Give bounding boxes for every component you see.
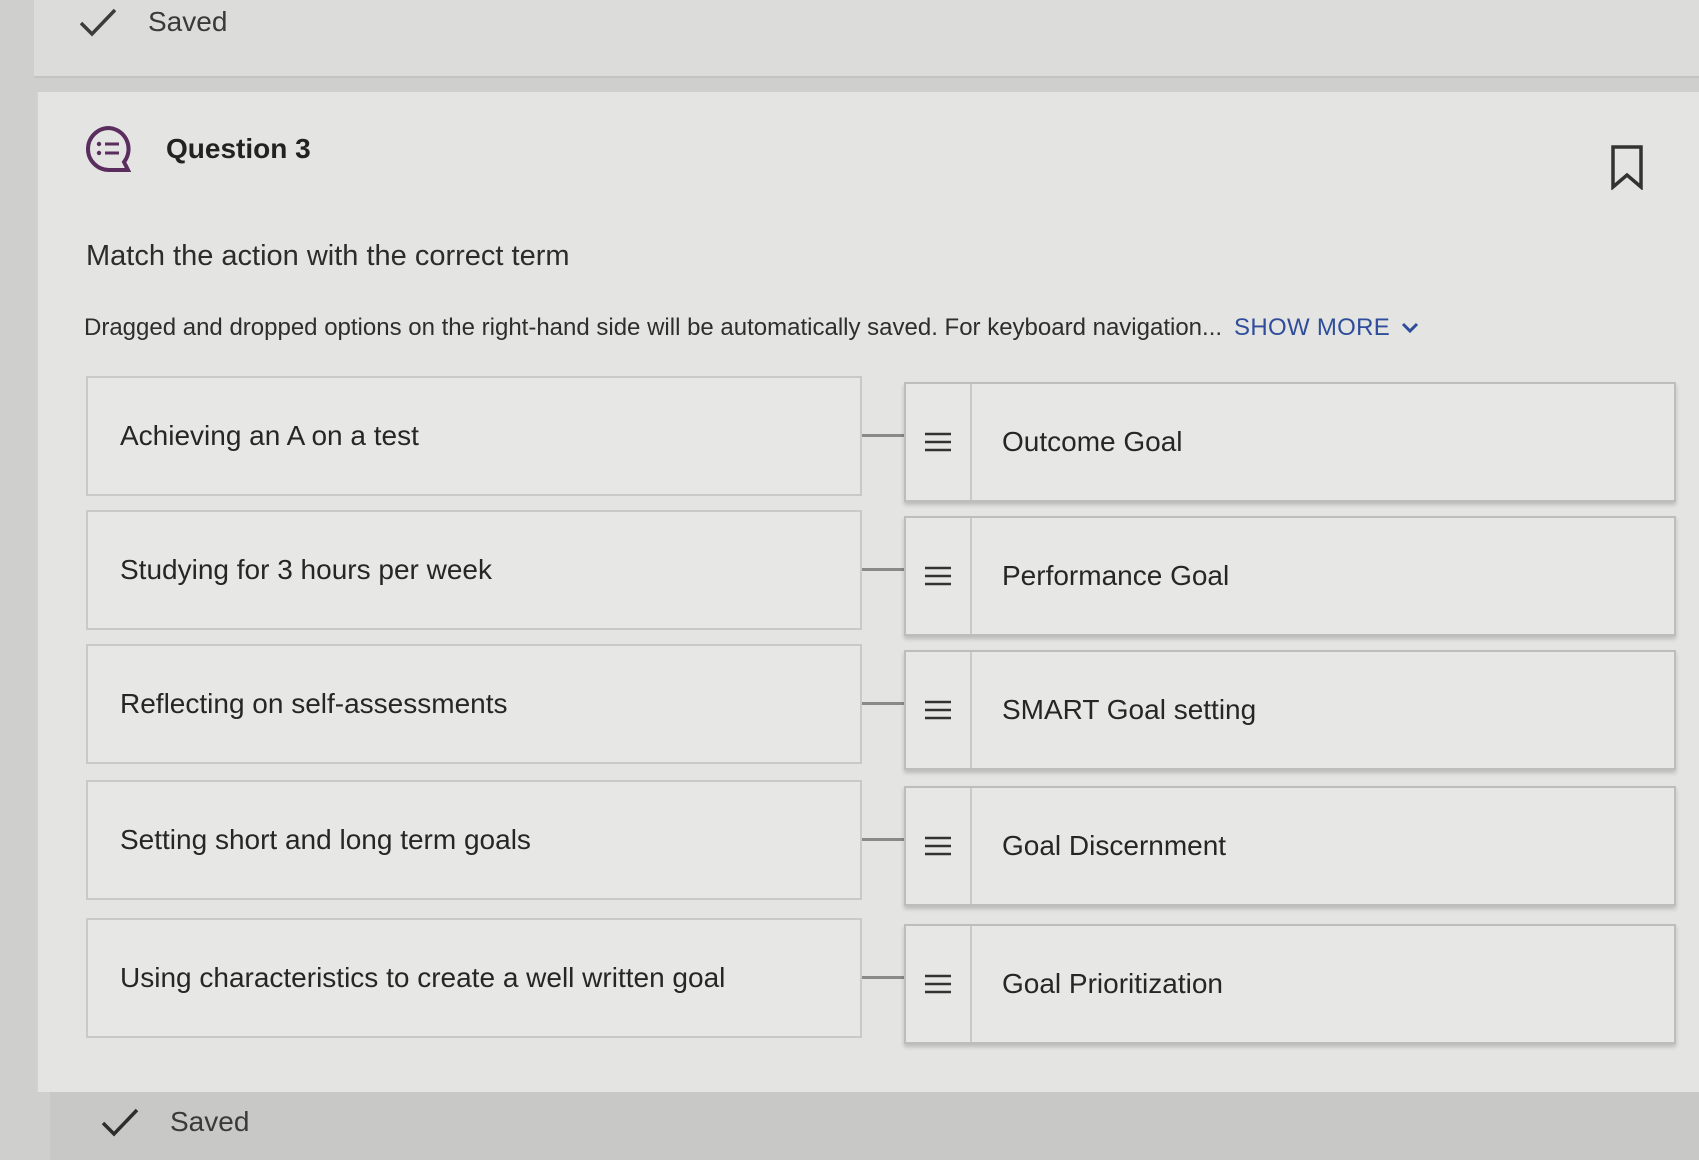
term-draggable[interactable]: Performance Goal: [904, 516, 1676, 636]
saved-status: Saved: [100, 1106, 249, 1138]
question-card: Question 3 Match the action with the cor…: [36, 92, 1699, 1092]
connector-line: [862, 976, 904, 979]
term-label: Goal Prioritization: [1002, 968, 1223, 999]
drag-handle-icon: [925, 700, 951, 720]
question-header: Question 3: [84, 124, 311, 174]
action-item: Using characteristics to create a well w…: [86, 918, 862, 1038]
drag-handle[interactable]: [906, 518, 972, 634]
saved-label: Saved: [170, 1106, 250, 1137]
term-draggable[interactable]: Outcome Goal: [904, 382, 1676, 502]
action-item: Achieving an A on a test: [86, 376, 862, 496]
term-label: Goal Discernment: [1002, 830, 1227, 861]
action-label: Setting short and long term goals: [120, 824, 531, 855]
drag-handle-icon: [925, 836, 951, 856]
term-label: Performance Goal: [1002, 560, 1230, 591]
check-icon: [101, 1108, 139, 1137]
action-label: Using characteristics to create a well w…: [120, 962, 726, 993]
bookmark-icon[interactable]: [1609, 144, 1645, 190]
chevron-down-icon: [1402, 322, 1419, 334]
drag-handle[interactable]: [906, 652, 972, 768]
term-label: SMART Goal setting: [1002, 694, 1257, 725]
action-label: Studying for 3 hours per week: [120, 554, 492, 585]
term-draggable[interactable]: Goal Prioritization: [904, 924, 1676, 1044]
check-icon: [79, 8, 117, 37]
drag-handle[interactable]: [906, 926, 972, 1042]
show-more-label: SHOW MORE: [1234, 314, 1391, 341]
saved-label: Saved: [148, 6, 228, 37]
show-more-link[interactable]: SHOW MORE: [1234, 314, 1420, 342]
bottom-saved-bar: Saved: [50, 1092, 1699, 1160]
instructions: Dragged and dropped options on the right…: [84, 314, 1420, 342]
match-pair: Using characteristics to create a well w…: [86, 918, 1676, 1044]
drag-handle-icon: [925, 974, 951, 994]
instructions-text: Dragged and dropped options on the right…: [84, 314, 1223, 341]
drag-handle-icon: [925, 432, 951, 452]
action-item: Setting short and long term goals: [86, 780, 862, 900]
term-label: Outcome Goal: [1002, 426, 1183, 457]
action-label: Reflecting on self-assessments: [120, 688, 508, 719]
connector-line: [862, 434, 904, 437]
match-pair: Reflecting on self-assessments SMART Goa…: [86, 644, 1676, 770]
term-draggable[interactable]: SMART Goal setting: [904, 650, 1676, 770]
top-saved-bar: Saved: [34, 0, 1699, 78]
term-draggable[interactable]: Goal Discernment: [904, 786, 1676, 906]
connector-line: [862, 702, 904, 705]
action-item: Reflecting on self-assessments: [86, 644, 862, 764]
drag-handle[interactable]: [906, 384, 972, 500]
question-prompt: Match the action with the correct term: [86, 240, 570, 272]
action-item: Studying for 3 hours per week: [86, 510, 862, 630]
saved-status: Saved: [78, 6, 227, 38]
drag-handle-icon: [925, 566, 951, 586]
connector-line: [862, 568, 904, 571]
action-label: Achieving an A on a test: [120, 420, 419, 451]
match-pair: Achieving an A on a test Outcome Goal: [86, 376, 1676, 502]
question-title: Question 3: [166, 133, 311, 164]
match-pair: Studying for 3 hours per week Performanc…: [86, 510, 1676, 636]
connector-line: [862, 838, 904, 841]
match-pair: Setting short and long term goals Goal D…: [86, 780, 1676, 906]
question-list-icon: [86, 125, 132, 172]
drag-handle[interactable]: [906, 788, 972, 904]
